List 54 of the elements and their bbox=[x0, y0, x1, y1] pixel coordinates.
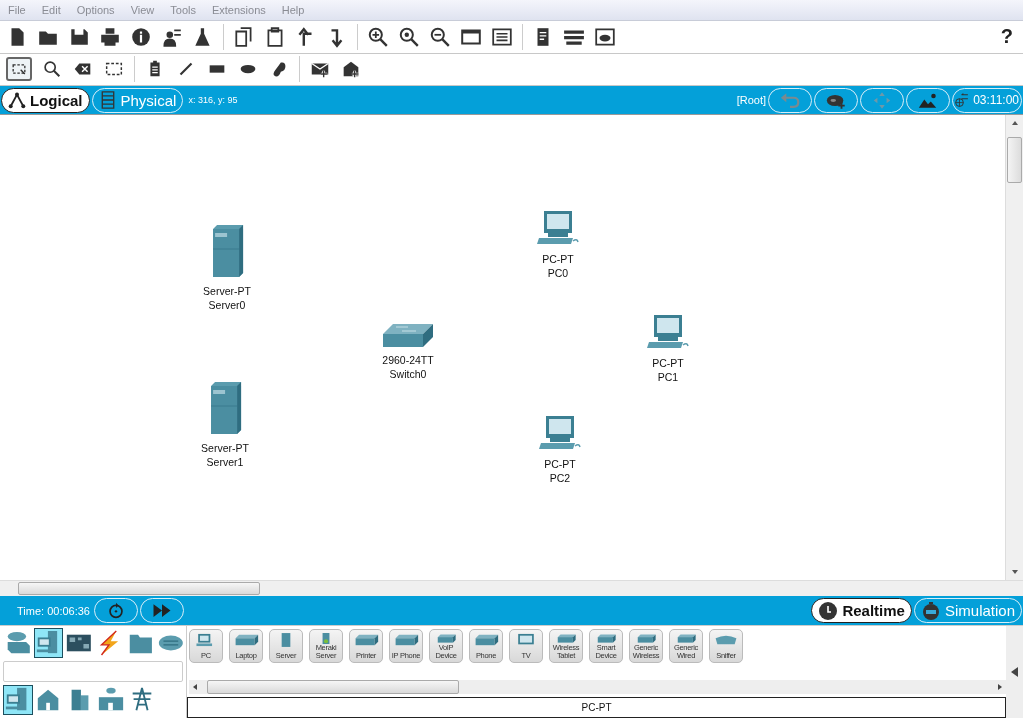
device-model-label: PC-PT bbox=[542, 252, 574, 266]
device-model-label: PC-PT bbox=[544, 457, 576, 471]
back-arrow-icon bbox=[779, 91, 801, 109]
select-icon[interactable] bbox=[6, 57, 32, 82]
device-icon bbox=[353, 633, 379, 647]
list-panel-icon[interactable] bbox=[491, 25, 513, 48]
vertical-scrollbar[interactable] bbox=[1005, 115, 1023, 580]
server-icon[interactable] bbox=[210, 225, 244, 279]
cursor-coordinates: x: 316, y: 95 bbox=[188, 95, 238, 105]
collapse-arrow-icon[interactable] bbox=[1011, 667, 1018, 677]
device-name-label: PC1 bbox=[657, 370, 679, 384]
clock-icon bbox=[818, 600, 839, 621]
device-model-label: Server-PT bbox=[201, 441, 249, 455]
device-name-label: PC2 bbox=[549, 471, 571, 485]
device-model-label: PC-PT bbox=[652, 356, 684, 370]
computer-icon[interactable] bbox=[646, 313, 690, 351]
logical-tab[interactable]: Logical bbox=[1, 87, 90, 113]
device-icon bbox=[473, 633, 499, 647]
zoom-reset-icon[interactable] bbox=[398, 25, 420, 48]
device-subcategory-icon[interactable] bbox=[3, 685, 33, 715]
device-icon bbox=[233, 633, 259, 647]
selected-device-name: PC-PT bbox=[187, 697, 1006, 718]
info-icon[interactable] bbox=[130, 25, 152, 48]
device-category-icon[interactable] bbox=[33, 628, 64, 658]
cloud-window-icon[interactable] bbox=[594, 25, 616, 48]
device-name-label: PC0 bbox=[547, 266, 569, 280]
horizontal-scrollbar[interactable] bbox=[0, 580, 1023, 596]
server-icon[interactable] bbox=[208, 382, 242, 436]
move-arrows-icon bbox=[871, 91, 893, 109]
simulation-time: Time: 00:06:36 bbox=[17, 604, 90, 617]
print-icon[interactable] bbox=[99, 25, 121, 48]
scroll-thumb[interactable] bbox=[207, 680, 459, 694]
device-name-label: Switch0 bbox=[389, 367, 427, 381]
device-model-label: 2960-24TT bbox=[382, 353, 434, 367]
mountain-icon bbox=[917, 91, 939, 109]
help-button[interactable]: ? bbox=[1000, 25, 1013, 49]
scroll-thumb[interactable] bbox=[18, 582, 260, 595]
realtime-mode-tab[interactable]: Realtime bbox=[811, 598, 912, 623]
category-field[interactable] bbox=[3, 661, 183, 682]
topology-icon bbox=[8, 91, 26, 109]
device-model-label: Server-PT bbox=[203, 284, 251, 298]
zoom-in-icon[interactable] bbox=[367, 25, 389, 48]
zoom-out-icon[interactable] bbox=[429, 25, 451, 48]
switch-icon[interactable] bbox=[382, 322, 434, 348]
device-icon bbox=[713, 633, 739, 647]
device-name-label: Server1 bbox=[206, 455, 244, 469]
palette-scrollbar[interactable] bbox=[189, 680, 1006, 694]
stopwatch-icon bbox=[920, 600, 941, 621]
device-name-label: Server0 bbox=[208, 298, 246, 312]
device-icon bbox=[393, 633, 419, 647]
globe-arrows-icon bbox=[955, 90, 970, 110]
computer-icon[interactable] bbox=[536, 209, 580, 247]
computer-icon[interactable] bbox=[538, 414, 582, 452]
scroll-thumb[interactable] bbox=[1007, 137, 1022, 183]
